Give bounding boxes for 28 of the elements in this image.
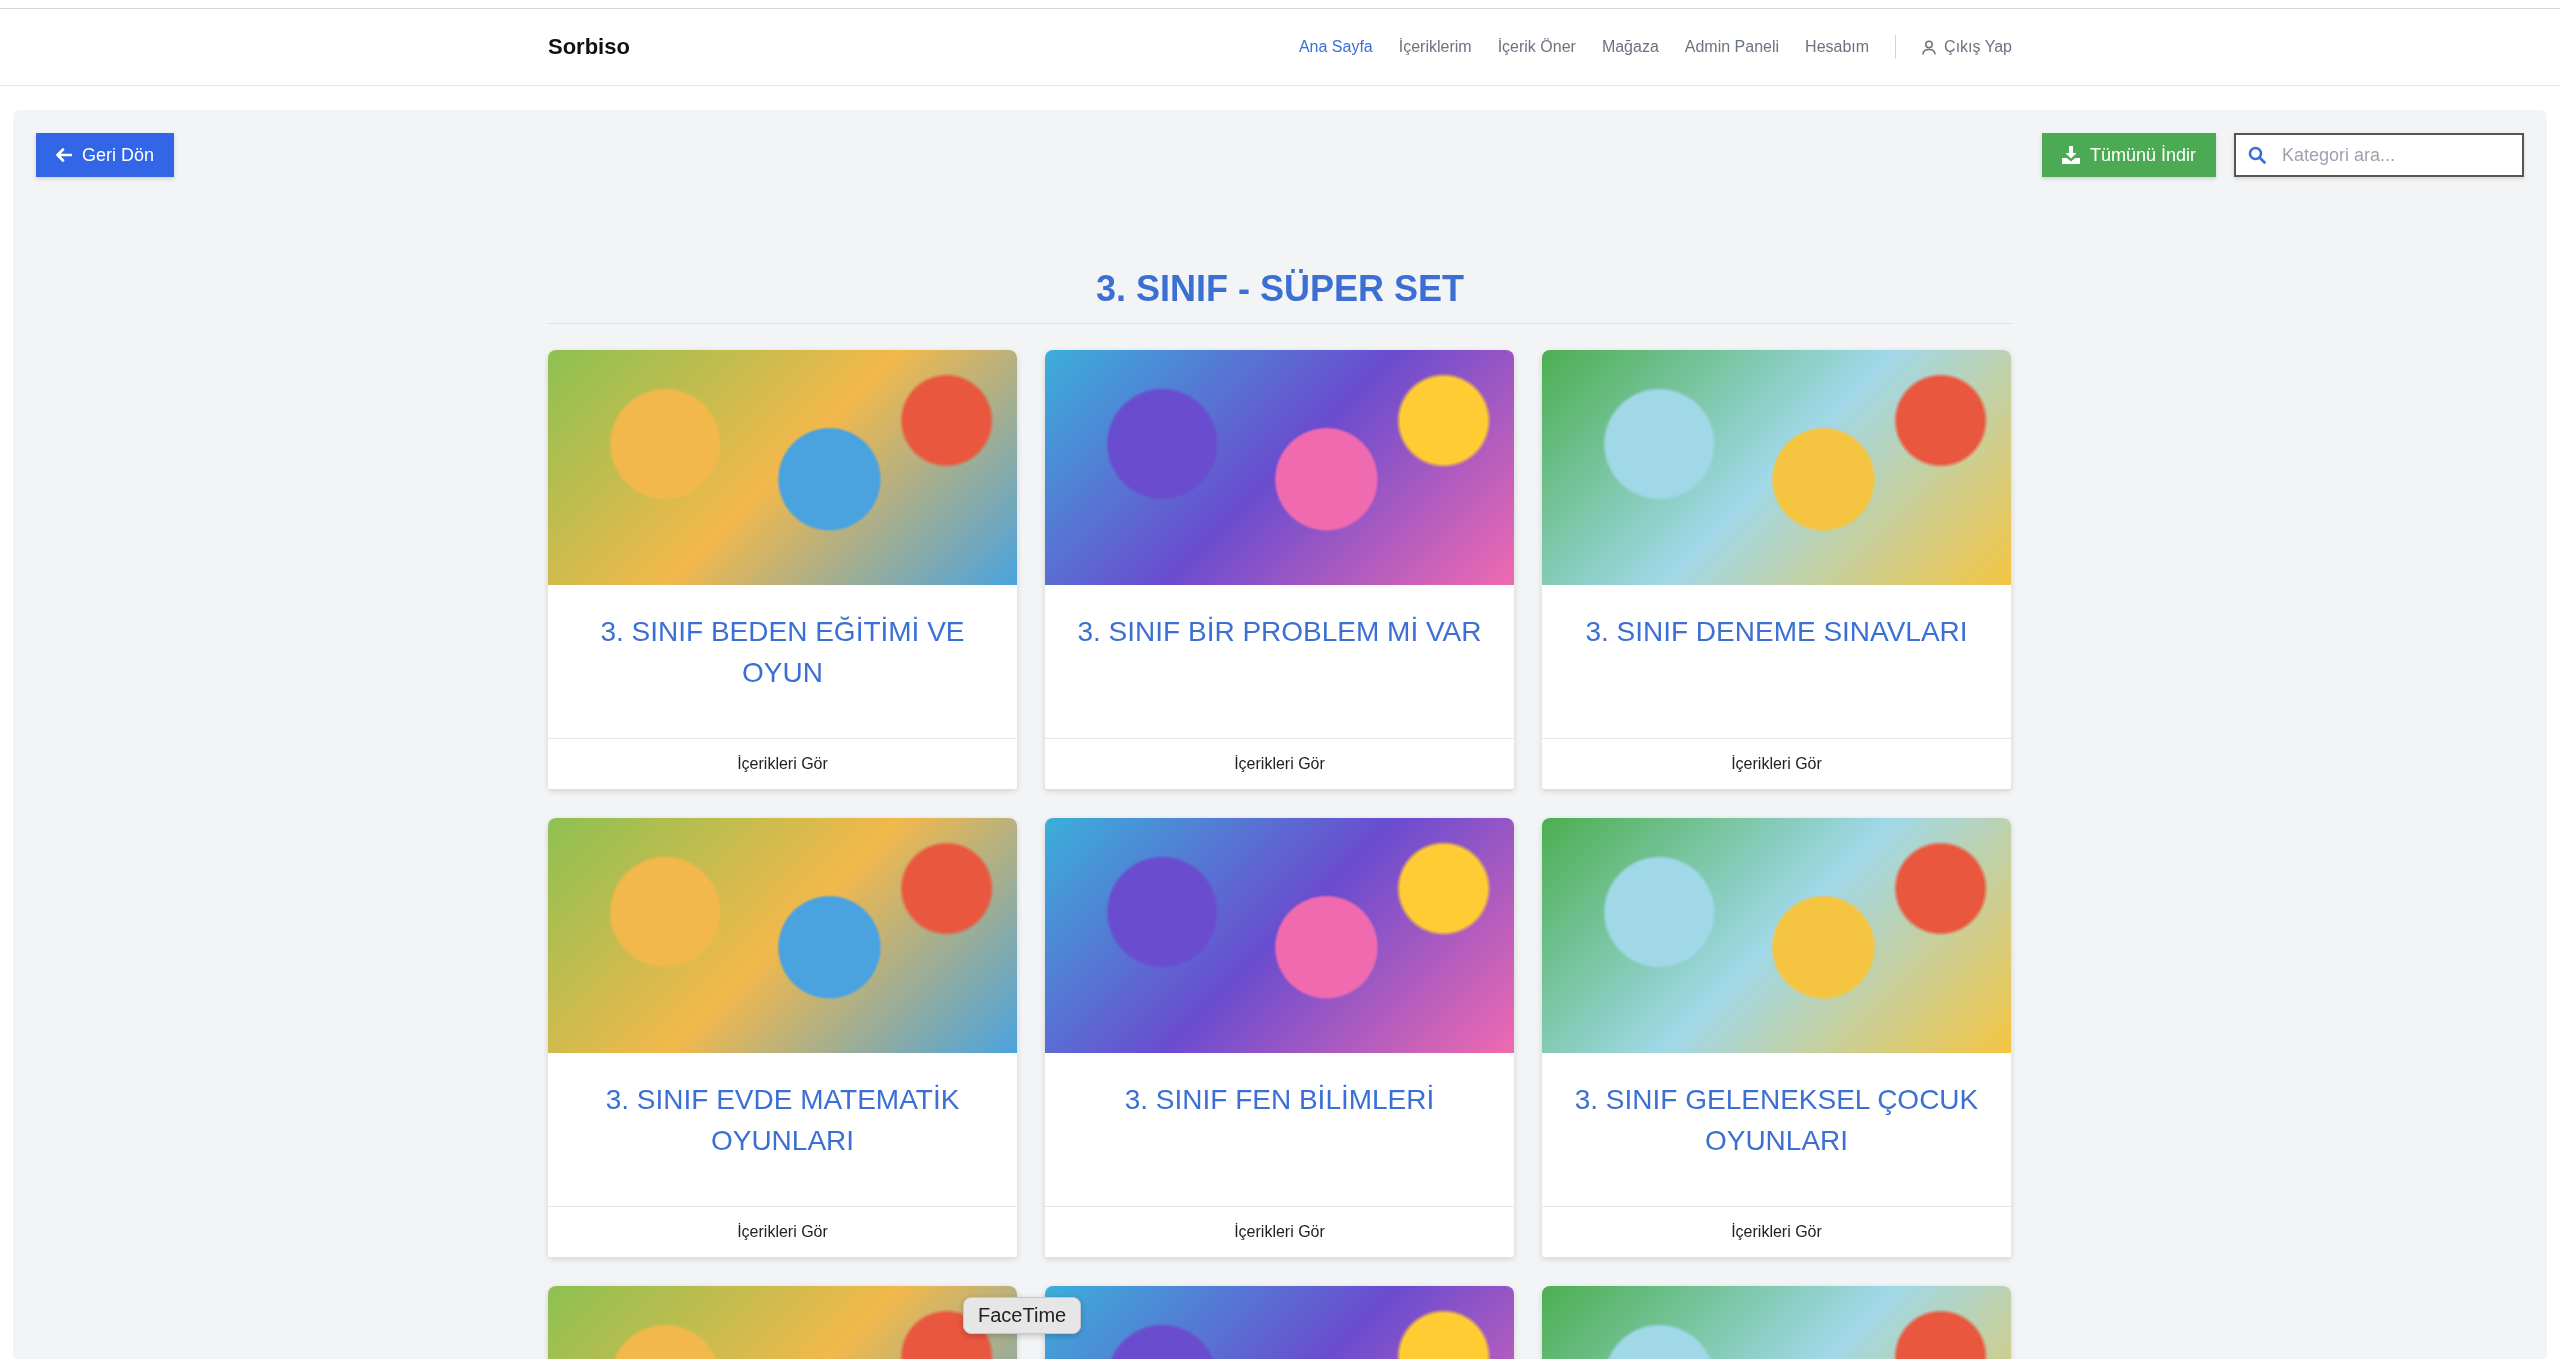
download-all-button[interactable]: Tümünü İndir <box>2041 133 2216 177</box>
card-title: 3. SINIF BİR PROBLEM Mİ VAR <box>1076 615 1483 649</box>
arrow-left-icon <box>56 148 72 162</box>
card-title: 3. SINIF FEN BİLİMLERİ <box>1123 1083 1436 1117</box>
brand-logo[interactable]: Sorbiso <box>548 34 630 60</box>
nav-link[interactable]: İçeriklerim <box>1398 38 1472 56</box>
view-contents-link[interactable]: İçerikleri Gör <box>1731 755 1822 773</box>
page-title: 3. SINIF - SÜPER SET <box>548 268 2012 324</box>
nav-link[interactable]: Admin Paneli <box>1684 38 1780 56</box>
view-contents-link[interactable]: İçerikleri Gör <box>1234 755 1325 773</box>
nav-link[interactable]: Mağaza <box>1601 38 1659 56</box>
card-title: 3. SINIF BEDEN EĞİTİMİ VE OYUN <box>599 615 966 690</box>
view-contents-link[interactable]: İçerikleri Gör <box>1731 1223 1822 1241</box>
card-title: 3. SINIF EVDE MATEMATİK OYUNLARI <box>604 1083 961 1158</box>
card-title: 3. SINIF GELENEKSEL ÇOCUK OYUNLARI <box>1573 1083 1980 1158</box>
logout-link[interactable]: Çıkış Yap <box>1922 38 2012 56</box>
view-contents-link[interactable]: İçerikleri Gör <box>737 1223 828 1241</box>
search-field[interactable]: Kategori ara... <box>2234 133 2524 177</box>
nav-link[interactable]: Ana Sayfa <box>1298 38 1373 56</box>
nav-link[interactable]: İçerik Öner <box>1497 38 1576 56</box>
nav-link[interactable]: Hesabım <box>1805 38 1870 56</box>
view-contents-link[interactable]: İçerikleri Gör <box>737 755 828 773</box>
view-contents-link[interactable]: İçerikleri Gör <box>1234 1223 1325 1241</box>
tooltip: FaceTime <box>963 1297 1082 1334</box>
user-icon <box>1922 39 1937 55</box>
back-button[interactable]: Geri Dön <box>36 133 175 177</box>
card-title: 3. SINIF DENEME SINAVLARI <box>1584 615 1969 649</box>
download-icon <box>2061 146 2080 164</box>
